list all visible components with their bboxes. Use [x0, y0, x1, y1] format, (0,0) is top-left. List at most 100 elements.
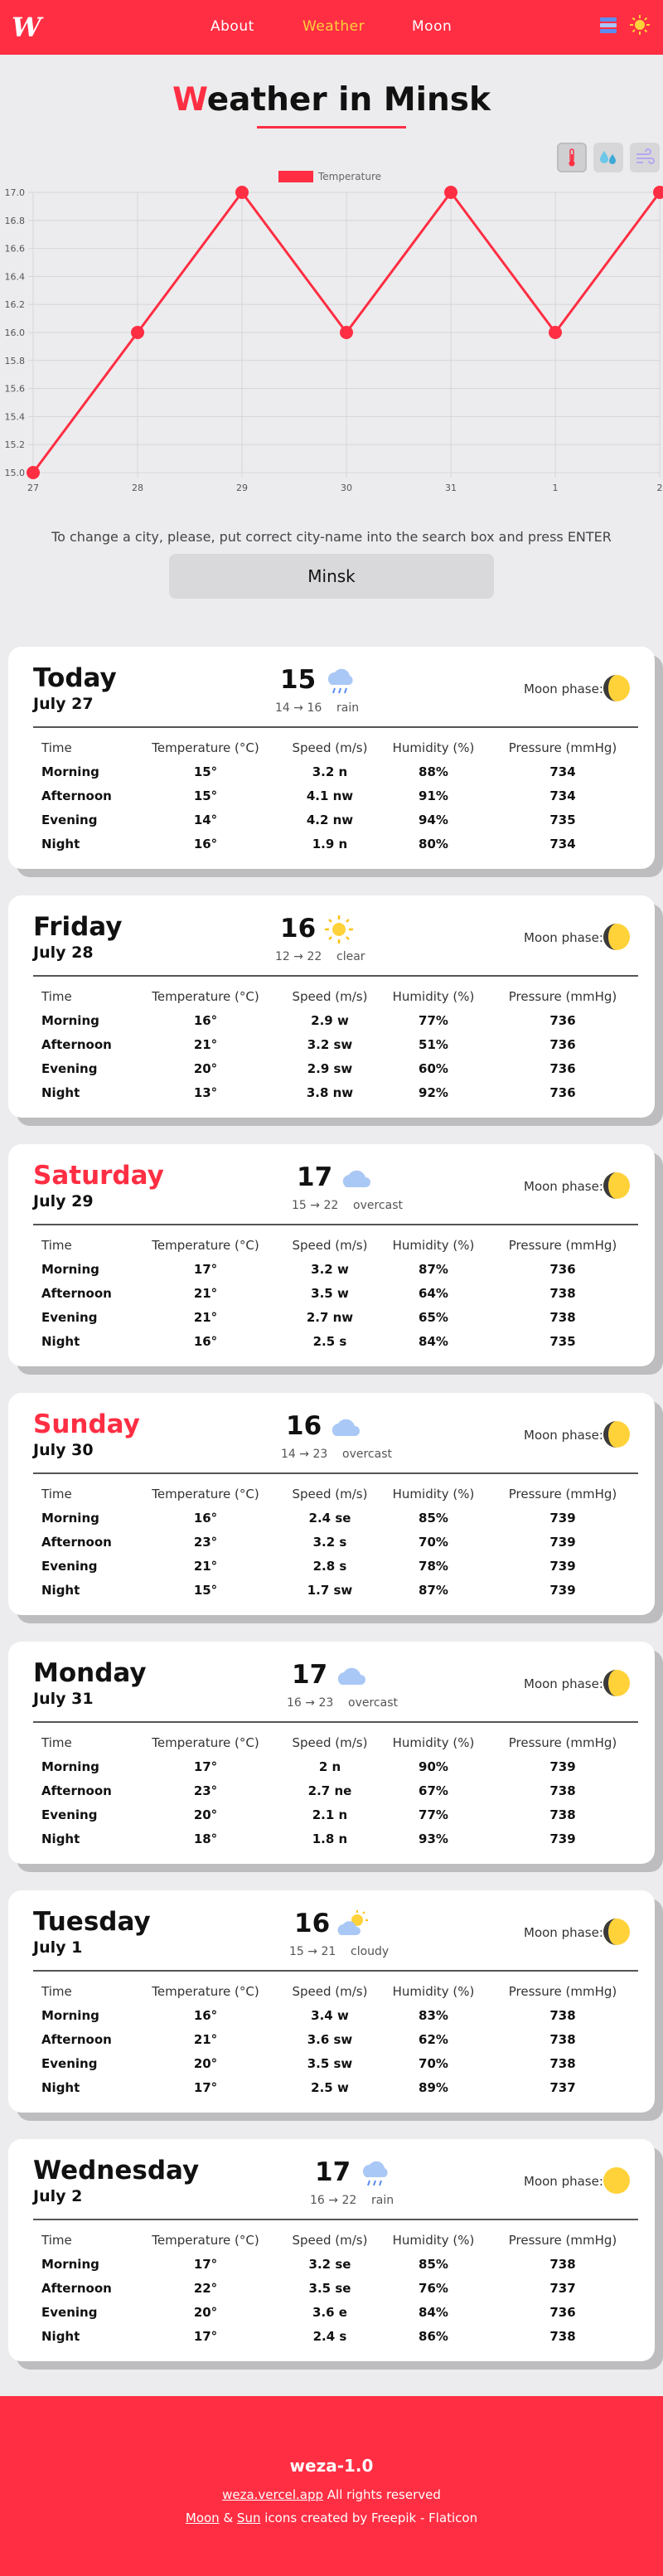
logo-icon[interactable]: W — [12, 13, 41, 41]
column-header: Temperature (°C) — [152, 1238, 259, 1253]
day-temperature: 17 — [292, 1660, 328, 1690]
nav-link-moon[interactable]: Moon — [412, 18, 452, 35]
table-cell: Evening — [41, 812, 98, 827]
y-tick-label: 16.6 — [5, 244, 26, 255]
table-cell: 70% — [419, 2055, 448, 2071]
footer-rights-line: weza.vercel.app All rights reserved — [0, 2487, 663, 2502]
table-cell: 84% — [419, 1333, 448, 1349]
legend-swatch — [278, 171, 313, 182]
table-row: Evening 20° 2.9 sw 60% 736 — [33, 1056, 638, 1080]
forecast-table: Time Temperature (°C) Speed (m/s) Humidity … — [33, 1234, 638, 1353]
table-cell: 89% — [419, 2079, 448, 2095]
table-cell: 739 — [549, 1582, 576, 1598]
table-cell: 84% — [419, 2304, 448, 2320]
table-row: Afternoon 15° 4.1 nw 91% 734 — [33, 783, 638, 808]
y-tick-label: 16.2 — [5, 299, 26, 310]
column-header: Temperature (°C) — [152, 1735, 259, 1750]
page-title: Weather in Minsk — [0, 81, 663, 119]
table-cell: 60% — [419, 1060, 448, 1076]
y-tick-label: 15.8 — [5, 356, 26, 366]
footer-moon-link[interactable]: Moon — [186, 2511, 220, 2525]
table-row: Afternoon 21° 3.6 sw 62% 738 — [33, 2027, 638, 2051]
day-temperature-range: 15 → 21 — [289, 1945, 336, 1958]
column-header: Speed (m/s) — [292, 1238, 368, 1253]
sun-theme-icon[interactable] — [630, 15, 650, 35]
rain-cloud-icon — [362, 2161, 388, 2186]
table-cell: Evening — [41, 2055, 98, 2071]
table-cell: 738 — [549, 2007, 576, 2023]
table-cell: Afternoon — [41, 2280, 112, 2296]
table-row: Night 17° 2.4 s 86% 738 — [33, 2324, 638, 2348]
column-header: Temperature (°C) — [152, 1984, 259, 1999]
column-header: Pressure (mmHg) — [508, 1238, 617, 1253]
table-cell: Night — [41, 1582, 80, 1598]
theme-palette-icon[interactable] — [598, 15, 618, 35]
nav-link-weather[interactable]: Weather — [302, 18, 365, 35]
table-cell: 20° — [193, 2304, 218, 2320]
table-cell: 736 — [549, 1012, 576, 1028]
table-cell: 62% — [419, 2031, 448, 2047]
page-title-rest: eather in Minsk — [206, 81, 491, 119]
column-header: Time — [41, 1487, 72, 1501]
footer-amp: & — [219, 2511, 237, 2525]
table-cell: 734 — [549, 764, 576, 779]
table-cell: 17° — [193, 1261, 218, 1277]
table-cell: 734 — [549, 788, 576, 803]
table-cell: 3.2 sw — [307, 1036, 353, 1052]
y-tick-label: 17.0 — [5, 187, 26, 198]
moon-phase-label: Moon phase: — [524, 682, 603, 696]
x-tick-label: 2 — [657, 483, 663, 493]
table-cell: 80% — [419, 836, 448, 851]
day-name: Saturday — [33, 1161, 164, 1191]
table-cell: Afternoon — [41, 1534, 112, 1550]
day-condition: cloudy — [351, 1945, 390, 1958]
table-cell: 93% — [419, 1831, 448, 1846]
city-search-input[interactable] — [169, 554, 494, 599]
table-row: Night 16° 2.5 s 84% 735 — [33, 1329, 638, 1353]
table-cell: 1.9 n — [312, 836, 348, 851]
column-header: Speed (m/s) — [292, 989, 368, 1004]
forecast-table: Time Temperature (°C) Speed (m/s) Humidity … — [33, 1482, 638, 1602]
table-cell: 736 — [549, 1261, 576, 1277]
thermometer-icon — [569, 148, 575, 167]
table-cell: Night — [41, 1831, 80, 1846]
table-cell: 1.8 n — [312, 1831, 348, 1846]
y-tick-label: 15.0 — [5, 468, 26, 478]
footer-credit-line: Moon & Sun icons created by Freepik - Fl… — [0, 2511, 663, 2525]
moon-phase-label: Moon phase: — [524, 1179, 603, 1194]
footer-site-link[interactable]: weza.vercel.app — [222, 2487, 323, 2502]
table-cell: 738 — [549, 2328, 576, 2344]
table-cell: Night — [41, 1333, 80, 1349]
table-cell: 739 — [549, 1759, 576, 1774]
table-cell: 736 — [549, 1060, 576, 1076]
column-header: Speed (m/s) — [292, 1735, 368, 1750]
table-cell: 3.5 sw — [307, 2055, 353, 2071]
table-cell: 3.5 se — [308, 2280, 351, 2296]
table-cell: 18° — [193, 1831, 218, 1846]
day-name: Sunday — [33, 1409, 140, 1439]
table-cell: Evening — [41, 1309, 98, 1325]
x-tick-label: 1 — [553, 483, 559, 493]
day-date: July 31 — [33, 1690, 94, 1708]
day-card: Today July 27 15 14 → 16 rain Moon phase: Time… — [8, 647, 655, 869]
table-cell: Afternoon — [41, 1783, 112, 1798]
column-header: Temperature (°C) — [152, 740, 259, 755]
table-row: Afternoon 23° 2.7 ne 67% 738 — [33, 1778, 638, 1802]
table-cell: 21° — [193, 1309, 218, 1325]
day-condition: overcast — [353, 1199, 403, 1212]
column-header: Humidity (%) — [392, 989, 475, 1004]
table-row: Evening 20° 3.5 sw 70% 738 — [33, 2051, 638, 2075]
column-header: Speed (m/s) — [292, 1984, 368, 1999]
table-cell: 51% — [419, 1036, 448, 1052]
cloud-icon — [332, 1419, 360, 1436]
table-cell: 16° — [193, 836, 218, 851]
table-cell: Evening — [41, 2304, 98, 2320]
footer-sun-link[interactable]: Sun — [237, 2511, 261, 2525]
x-tick-label: 29 — [236, 483, 248, 493]
table-row: Night 13° 3.8 nw 92% 736 — [33, 1080, 638, 1104]
table-cell: 14° — [193, 812, 218, 827]
rain-cloud-icon — [327, 668, 353, 694]
nav-link-about[interactable]: About — [211, 18, 254, 35]
temperature-chart-svg: 17.0 16.8 16.6 16.4 16.2 16.0 15.8 15.6 15.4 15.2… — [5, 171, 663, 493]
table-cell: Morning — [41, 1012, 99, 1028]
